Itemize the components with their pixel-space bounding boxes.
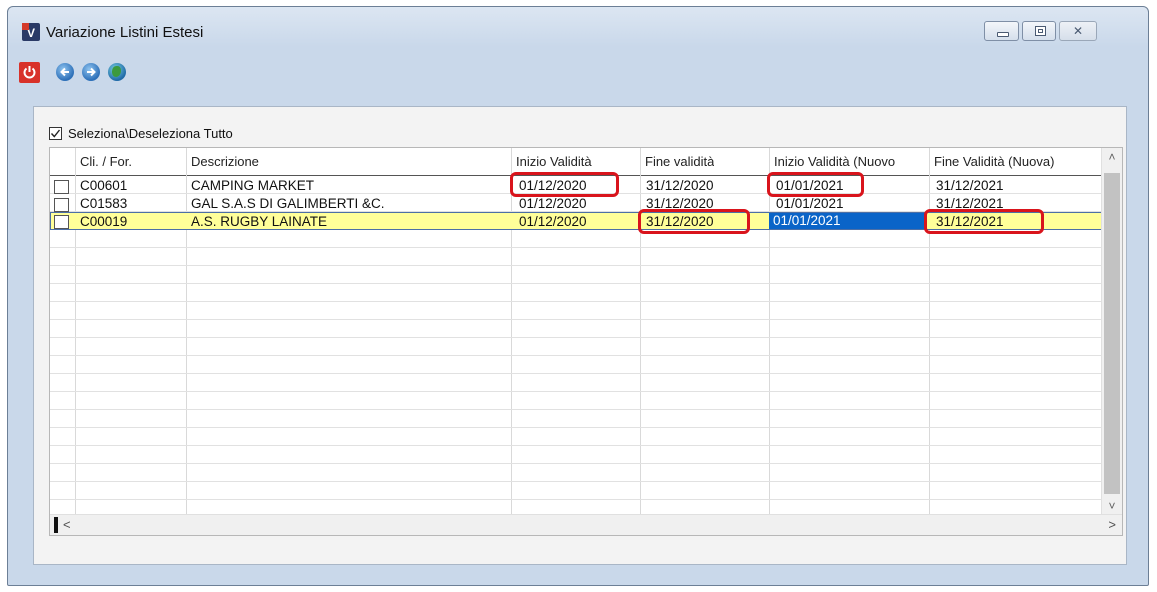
- title-bar[interactable]: V Variazione Listini Estesi ✕: [8, 7, 1148, 47]
- close-button[interactable]: ✕: [1059, 21, 1097, 41]
- table-row[interactable]: C01583 GAL S.A.S DI GALIMBERTI &C. 01/12…: [50, 195, 1102, 213]
- cell-end-date: 31/12/2020: [646, 196, 714, 211]
- window-title: Variazione Listini Estesi: [46, 24, 204, 41]
- table-row[interactable]: C00601 CAMPING MARKET 01/12/2020 31/12/2…: [50, 177, 1102, 195]
- cell-new-end-date: 31/12/2021: [936, 214, 1004, 229]
- cell-code: C00019: [80, 214, 128, 229]
- cell-code: C00601: [80, 178, 128, 193]
- content-panel: Seleziona\Deseleziona Tutto Cli. / For. …: [33, 106, 1127, 565]
- row-checkbox[interactable]: [54, 215, 69, 229]
- table-row-selected[interactable]: C00019 A.S. RUGBY LAINATE 01/12/2020 31/…: [50, 212, 1102, 230]
- forward-button[interactable]: [82, 63, 100, 81]
- exit-button[interactable]: [19, 62, 40, 83]
- row-divider: [50, 319, 1102, 320]
- scroll-down-icon[interactable]: ˅: [1102, 499, 1122, 513]
- row-divider: [50, 283, 1102, 284]
- globe-icon: [112, 66, 121, 77]
- toolbar: [8, 57, 1148, 87]
- cell-description: CAMPING MARKET: [191, 178, 315, 193]
- row-divider: [50, 463, 1102, 464]
- close-icon: ✕: [1072, 24, 1084, 38]
- cell-new-start-date: 01/01/2021: [776, 178, 844, 193]
- select-all-checkbox[interactable]: [49, 127, 62, 140]
- cell-end-date: 31/12/2020: [646, 214, 714, 229]
- maximize-icon: [1035, 26, 1046, 36]
- back-button[interactable]: [56, 63, 74, 81]
- cell-code: C01583: [80, 196, 128, 211]
- app-icon: V: [22, 23, 40, 41]
- row-divider: [50, 499, 1102, 500]
- maximize-button[interactable]: [1022, 21, 1056, 41]
- row-indicator: [54, 517, 58, 533]
- row-checkbox[interactable]: [54, 180, 69, 194]
- cell-description: A.S. RUGBY LAINATE: [191, 214, 328, 229]
- cell-new-start-date-focused[interactable]: 01/01/2021: [769, 213, 927, 229]
- vertical-scroll-thumb[interactable]: [1104, 173, 1120, 494]
- minimize-button[interactable]: [984, 21, 1019, 41]
- power-icon: [23, 66, 36, 79]
- column-header-description[interactable]: Descrizione: [191, 154, 259, 169]
- row-divider: [50, 301, 1102, 302]
- app-icon-letter: V: [26, 26, 35, 40]
- scroll-right-icon[interactable]: >: [1108, 517, 1116, 532]
- grid-header: Cli. / For. Descrizione Inizio Validità …: [50, 148, 1102, 176]
- column-header-start-date[interactable]: Inizio Validità: [516, 154, 592, 169]
- select-all-label: Seleziona\Deseleziona Tutto: [68, 126, 233, 141]
- row-divider: [50, 337, 1102, 338]
- column-header-new-start-date[interactable]: Inizio Validità (Nuovo: [774, 154, 933, 169]
- cell-start-date: 01/12/2020: [519, 214, 587, 229]
- row-divider: [50, 427, 1102, 428]
- cell-new-end-date: 31/12/2021: [936, 196, 1004, 211]
- row-divider: [50, 445, 1102, 446]
- row-divider: [50, 391, 1102, 392]
- scroll-left-icon[interactable]: <: [63, 517, 71, 532]
- cell-new-start-date: 01/01/2021: [776, 196, 844, 211]
- main-window: V Variazione Listini Estesi ✕ Seleziona\…: [7, 6, 1149, 586]
- cell-start-date: 01/12/2020: [519, 178, 587, 193]
- arrow-right-icon: [87, 67, 96, 77]
- globe-button[interactable]: [108, 63, 126, 81]
- column-header-code[interactable]: Cli. / For.: [80, 154, 132, 169]
- horizontal-scrollbar[interactable]: < >: [50, 514, 1122, 535]
- column-header-new-end-date[interactable]: Fine Validità (Nuova): [934, 154, 1094, 169]
- row-divider: [50, 265, 1102, 266]
- cell-start-date: 01/12/2020: [519, 196, 587, 211]
- cell-end-date: 31/12/2020: [646, 178, 714, 193]
- arrow-left-icon: [60, 67, 69, 77]
- scroll-up-icon[interactable]: ˄: [1102, 150, 1122, 164]
- minimize-icon: [997, 32, 1009, 37]
- row-divider: [50, 373, 1102, 374]
- row-checkbox[interactable]: [54, 198, 69, 212]
- row-divider: [50, 247, 1102, 248]
- column-header-end-date[interactable]: Fine validità: [645, 154, 714, 169]
- cell-description: GAL S.A.S DI GALIMBERTI &C.: [191, 196, 385, 211]
- row-divider: [50, 481, 1102, 482]
- vertical-scrollbar[interactable]: ˄ ˅: [1101, 148, 1122, 515]
- cell-new-end-date: 31/12/2021: [936, 178, 1004, 193]
- row-divider: [50, 409, 1102, 410]
- row-divider: [50, 355, 1102, 356]
- checkmark-icon: [50, 129, 61, 138]
- price-list-grid[interactable]: Cli. / For. Descrizione Inizio Validità …: [49, 147, 1123, 536]
